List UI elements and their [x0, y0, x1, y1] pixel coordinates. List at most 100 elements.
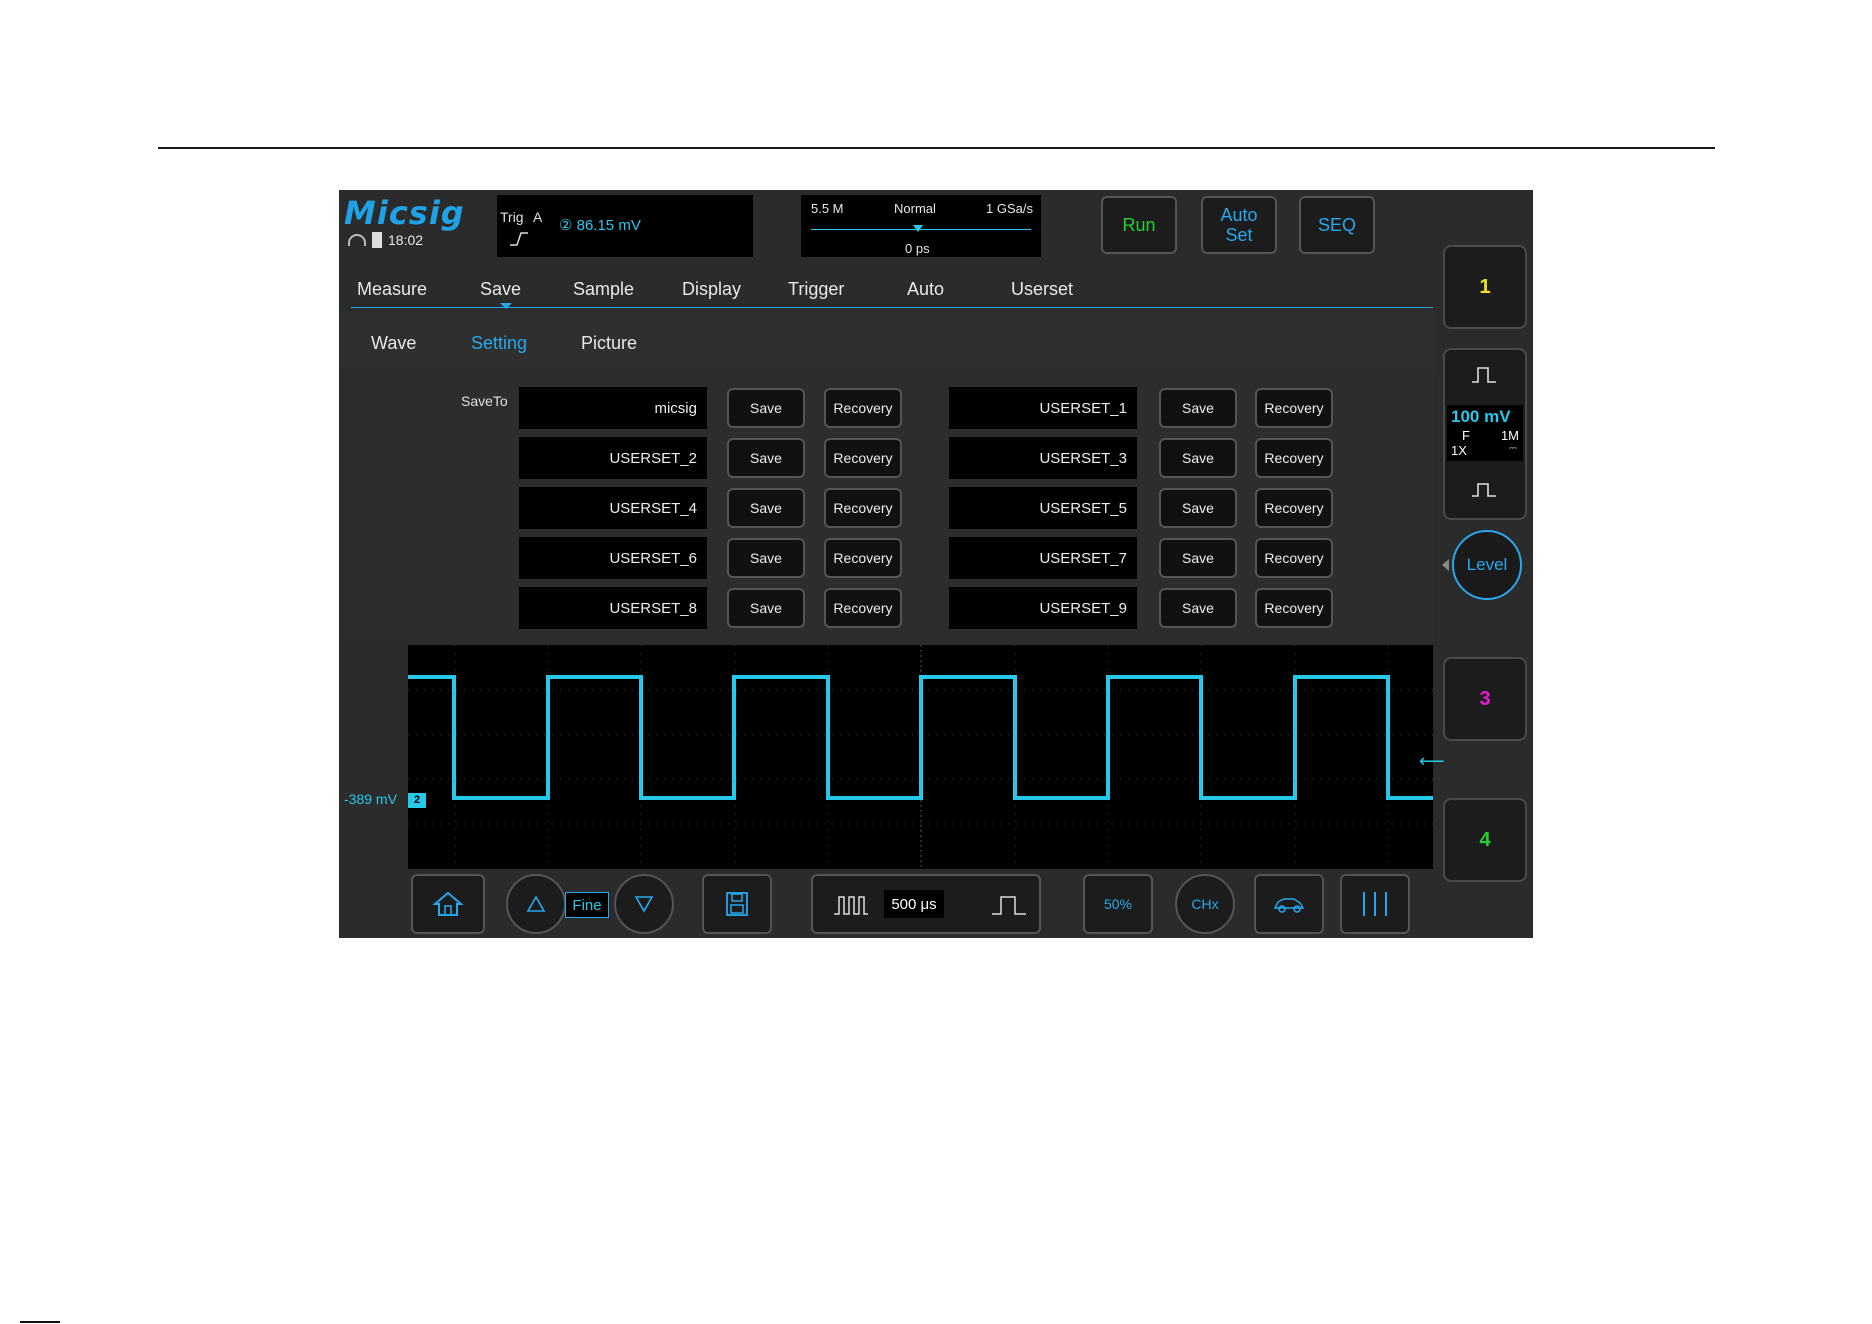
recovery-button[interactable]: Recovery: [824, 538, 902, 578]
pulse-up-icon[interactable]: [1471, 366, 1497, 384]
wifi-icon: [348, 234, 366, 246]
slot-field[interactable]: USERSET_8: [519, 587, 707, 629]
channel-2-panel[interactable]: 100 mV F 1M 1X ⎓: [1443, 348, 1527, 520]
tab-userset[interactable]: Userset: [1011, 279, 1073, 300]
channel-3-button[interactable]: 3: [1443, 657, 1527, 741]
slot-field[interactable]: USERSET_4: [519, 487, 707, 529]
channel-4-button[interactable]: 4: [1443, 798, 1527, 882]
save-shortcut-button[interactable]: [702, 874, 772, 934]
car-icon: [1273, 898, 1305, 913]
pulse-down-icon[interactable]: [1471, 480, 1497, 498]
timebase-value[interactable]: 500 μs: [884, 890, 944, 918]
page-divider: [158, 147, 1715, 149]
ch2-offset-label: -389 mV: [344, 791, 397, 807]
slot-field[interactable]: USERSET_1: [949, 387, 1137, 429]
up-button[interactable]: [506, 874, 566, 934]
slot-field[interactable]: USERSET_5: [949, 487, 1137, 529]
run-button[interactable]: Run: [1101, 196, 1177, 254]
recovery-button[interactable]: Recovery: [824, 488, 902, 528]
save-button[interactable]: Save: [727, 588, 805, 628]
trigger-level-arrow-icon[interactable]: ⟵: [1419, 751, 1445, 772]
menu-panel: Measure Save Sample Display Trigger Auto…: [341, 263, 1435, 643]
slot-field[interactable]: micsig: [519, 387, 707, 429]
save-button[interactable]: Save: [727, 488, 805, 528]
slot-field[interactable]: USERSET_9: [949, 587, 1137, 629]
car-mode-button[interactable]: [1254, 874, 1324, 934]
slot-field[interactable]: USERSET_6: [519, 537, 707, 579]
triangle-down-icon: [634, 896, 654, 913]
subtab-picture[interactable]: Picture: [581, 333, 637, 354]
level-expand-icon: [1442, 559, 1449, 571]
tab-trigger[interactable]: Trigger: [788, 279, 844, 300]
cursor-button[interactable]: [1340, 874, 1410, 934]
home-button[interactable]: [411, 874, 485, 934]
tab-measure[interactable]: Measure: [357, 279, 427, 300]
compress-time-icon[interactable]: [833, 894, 869, 916]
recovery-button[interactable]: Recovery: [1255, 538, 1333, 578]
save-button[interactable]: Save: [1159, 388, 1237, 428]
auto-set-button[interactable]: Auto Set: [1201, 196, 1277, 254]
trigger-source: A: [533, 209, 543, 225]
seq-button[interactable]: SEQ: [1299, 196, 1375, 254]
slot-field[interactable]: USERSET_7: [949, 537, 1137, 579]
footer-rule: [20, 1321, 60, 1323]
recovery-button[interactable]: Recovery: [824, 438, 902, 478]
auto-set-line1: Auto: [1220, 205, 1258, 225]
save-to-label: SaveTo: [461, 393, 508, 409]
sub-tabs: Wave Setting Picture: [341, 311, 1435, 369]
dc-coupling-icon: ⎓: [1509, 443, 1517, 454]
channel-2-trace: [408, 675, 1433, 800]
brand-logo: Micsig: [344, 194, 465, 232]
memory-depth: 5.5 M: [811, 201, 844, 216]
tab-auto[interactable]: Auto: [907, 279, 944, 300]
recovery-button[interactable]: Recovery: [1255, 488, 1333, 528]
recovery-button[interactable]: Recovery: [1255, 388, 1333, 428]
save-button[interactable]: Save: [1159, 588, 1237, 628]
recovery-button[interactable]: Recovery: [1255, 438, 1333, 478]
home-icon: [433, 891, 463, 916]
recovery-button[interactable]: Recovery: [824, 388, 902, 428]
ch2-marker[interactable]: 2: [408, 793, 426, 808]
status-row: 18:02: [348, 232, 423, 248]
floppy-disk-icon: [726, 892, 748, 916]
tab-save[interactable]: Save: [480, 279, 521, 300]
triangle-up-icon: [526, 895, 546, 912]
fine-toggle[interactable]: Fine: [565, 892, 609, 918]
recovery-button[interactable]: Recovery: [824, 588, 902, 628]
trigger-value: ② 86.15 mV: [559, 217, 641, 234]
ch2-probe: 1X: [1451, 443, 1467, 458]
active-tab-marker: [500, 303, 512, 309]
down-button[interactable]: [614, 874, 674, 934]
slot-field[interactable]: USERSET_2: [519, 437, 707, 479]
expand-time-icon[interactable]: [991, 894, 1027, 916]
trigger-info[interactable]: Trig A ② 86.15 mV: [497, 195, 753, 257]
sample-rate: 1 GSa/s: [986, 201, 1033, 216]
auto-set-line2: Set: [1225, 225, 1253, 245]
clock: 18:02: [388, 232, 424, 248]
save-button[interactable]: Save: [727, 438, 805, 478]
level-knob[interactable]: Level: [1452, 530, 1522, 600]
timebase-info[interactable]: 5.5 M Normal 1 GSa/s 0 ps: [801, 195, 1041, 257]
save-button[interactable]: Save: [1159, 488, 1237, 528]
waveform-display[interactable]: [408, 645, 1433, 869]
trigger-position-marker: [913, 225, 923, 232]
tab-underline: [351, 307, 1433, 308]
fifty-percent-button[interactable]: 50%: [1083, 874, 1153, 934]
subtab-setting[interactable]: Setting: [471, 333, 527, 354]
slot-field[interactable]: USERSET_3: [949, 437, 1137, 479]
save-button[interactable]: Save: [727, 538, 805, 578]
trigger-label: Trig: [500, 209, 524, 225]
battery-icon: [372, 232, 382, 248]
tab-sample[interactable]: Sample: [573, 279, 634, 300]
channel-1-button[interactable]: 1: [1443, 245, 1527, 329]
save-button[interactable]: Save: [1159, 538, 1237, 578]
acq-mode: Normal: [894, 201, 936, 216]
chx-button[interactable]: CHx: [1175, 874, 1235, 934]
tab-display[interactable]: Display: [682, 279, 741, 300]
save-button[interactable]: Save: [727, 388, 805, 428]
cursor-lines-icon: [1363, 892, 1387, 916]
subtab-wave[interactable]: Wave: [371, 333, 416, 354]
recovery-button[interactable]: Recovery: [1255, 588, 1333, 628]
save-button[interactable]: Save: [1159, 438, 1237, 478]
ch2-impedance: 1M: [1500, 428, 1519, 443]
